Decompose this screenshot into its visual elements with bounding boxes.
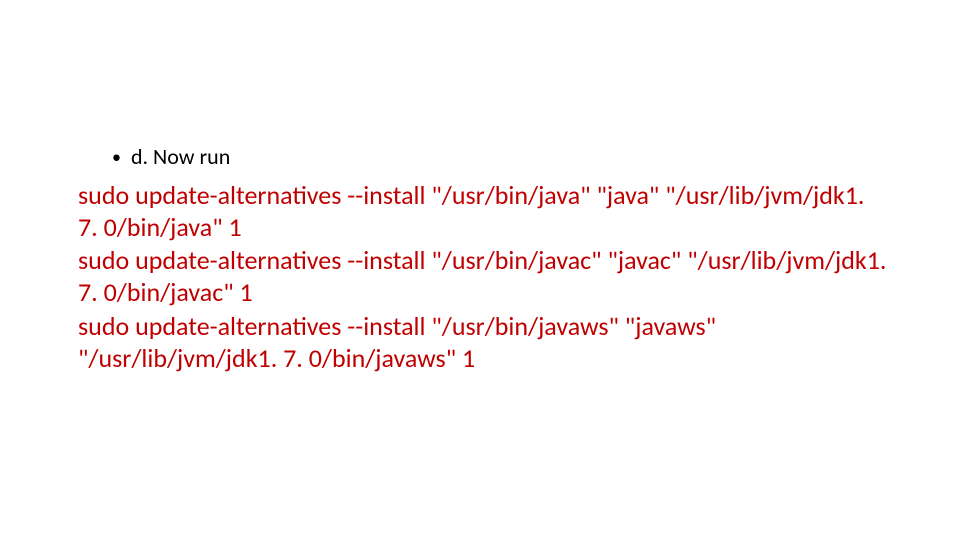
bullet-item: • d. Now run [112,144,230,170]
command-block: sudo update-alternatives --install "/usr… [78,180,890,376]
command-line-1: sudo update-alternatives --install "/usr… [78,180,890,243]
command-line-2: sudo update-alternatives --install "/usr… [78,245,890,308]
bullet-dot-icon: • [112,147,121,169]
command-line-3: sudo update-alternatives --install "/usr… [78,311,890,374]
slide: • d. Now run sudo update-alternatives --i… [0,0,960,540]
bullet-text: d. Now run [131,143,230,170]
